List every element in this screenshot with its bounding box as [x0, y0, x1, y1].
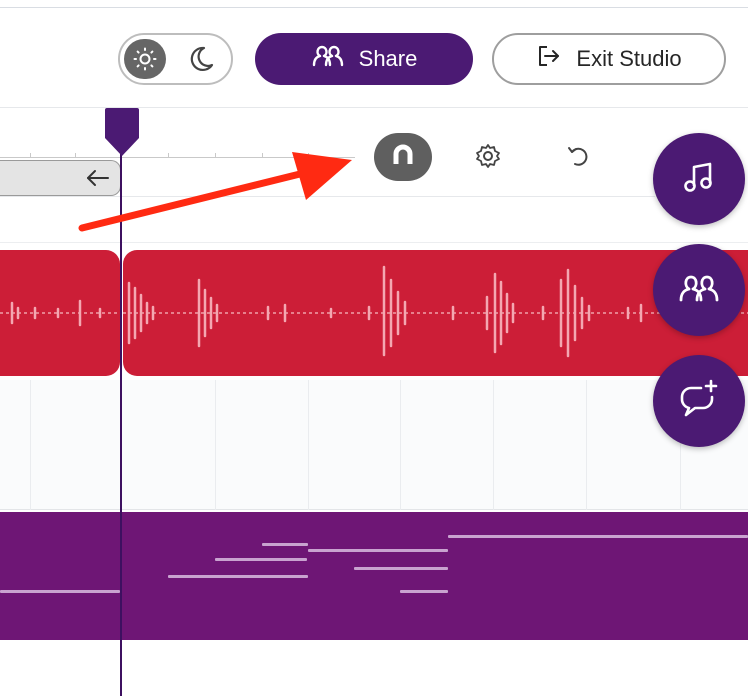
- playhead-line: [120, 120, 122, 696]
- exit-studio-button[interactable]: Exit Studio: [492, 33, 726, 85]
- midi-note[interactable]: [308, 549, 448, 552]
- collaborators-button[interactable]: [653, 244, 745, 336]
- midi-note[interactable]: [168, 575, 308, 578]
- midi-note[interactable]: [400, 590, 448, 593]
- ruler-divider: [0, 196, 655, 197]
- grid-line: [493, 380, 494, 510]
- grid-line: [215, 380, 216, 510]
- grid-line: [30, 380, 31, 510]
- music-button[interactable]: [653, 133, 745, 225]
- empty-track[interactable]: [0, 380, 748, 510]
- moon-icon[interactable]: [183, 41, 219, 77]
- grid-line: [586, 380, 587, 510]
- audio-clip[interactable]: [0, 250, 120, 376]
- track-divider: [0, 242, 748, 243]
- grid-line: [308, 380, 309, 510]
- settings-button[interactable]: [470, 140, 506, 176]
- scroll-back-button[interactable]: [0, 160, 121, 196]
- magnet-snap-icon: [388, 140, 418, 174]
- ruler-tick: [168, 153, 169, 157]
- midi-note[interactable]: [354, 567, 448, 570]
- collaborators-icon: [678, 272, 720, 308]
- arrow-left-icon: [84, 165, 112, 195]
- waveform: [123, 265, 748, 358]
- midi-note[interactable]: [262, 543, 308, 546]
- undo-button[interactable]: [560, 140, 596, 176]
- grid-line: [400, 380, 401, 510]
- exit-label: Exit Studio: [576, 46, 682, 71]
- sun-icon[interactable]: [124, 39, 166, 79]
- collaborators-icon: [311, 44, 345, 74]
- magnet-snap-button[interactable]: [374, 133, 432, 181]
- waveform: [0, 299, 120, 327]
- gear-icon: [474, 142, 502, 174]
- ruler-tick: [215, 153, 216, 157]
- theme-toggle[interactable]: [118, 33, 233, 85]
- audio-clip[interactable]: [123, 250, 748, 376]
- add-comment-button[interactable]: [653, 355, 745, 447]
- undo-icon: [564, 142, 592, 174]
- ruler-tick: [262, 153, 263, 157]
- exit-icon: [536, 44, 562, 74]
- share-label: Share: [358, 46, 418, 71]
- ruler-tick: [308, 153, 309, 157]
- ruler-tick: [75, 153, 76, 157]
- add-comment-icon: [677, 377, 721, 425]
- playhead-handle[interactable]: [104, 108, 140, 158]
- midi-note[interactable]: [0, 590, 120, 593]
- midi-note[interactable]: [215, 558, 307, 561]
- ruler-tick: [30, 153, 31, 157]
- timeline-ruler[interactable]: [0, 157, 355, 158]
- midi-note[interactable]: [448, 535, 748, 538]
- midi-clip[interactable]: [0, 512, 748, 640]
- share-button[interactable]: Share: [255, 33, 473, 85]
- music-note-icon: [679, 157, 719, 201]
